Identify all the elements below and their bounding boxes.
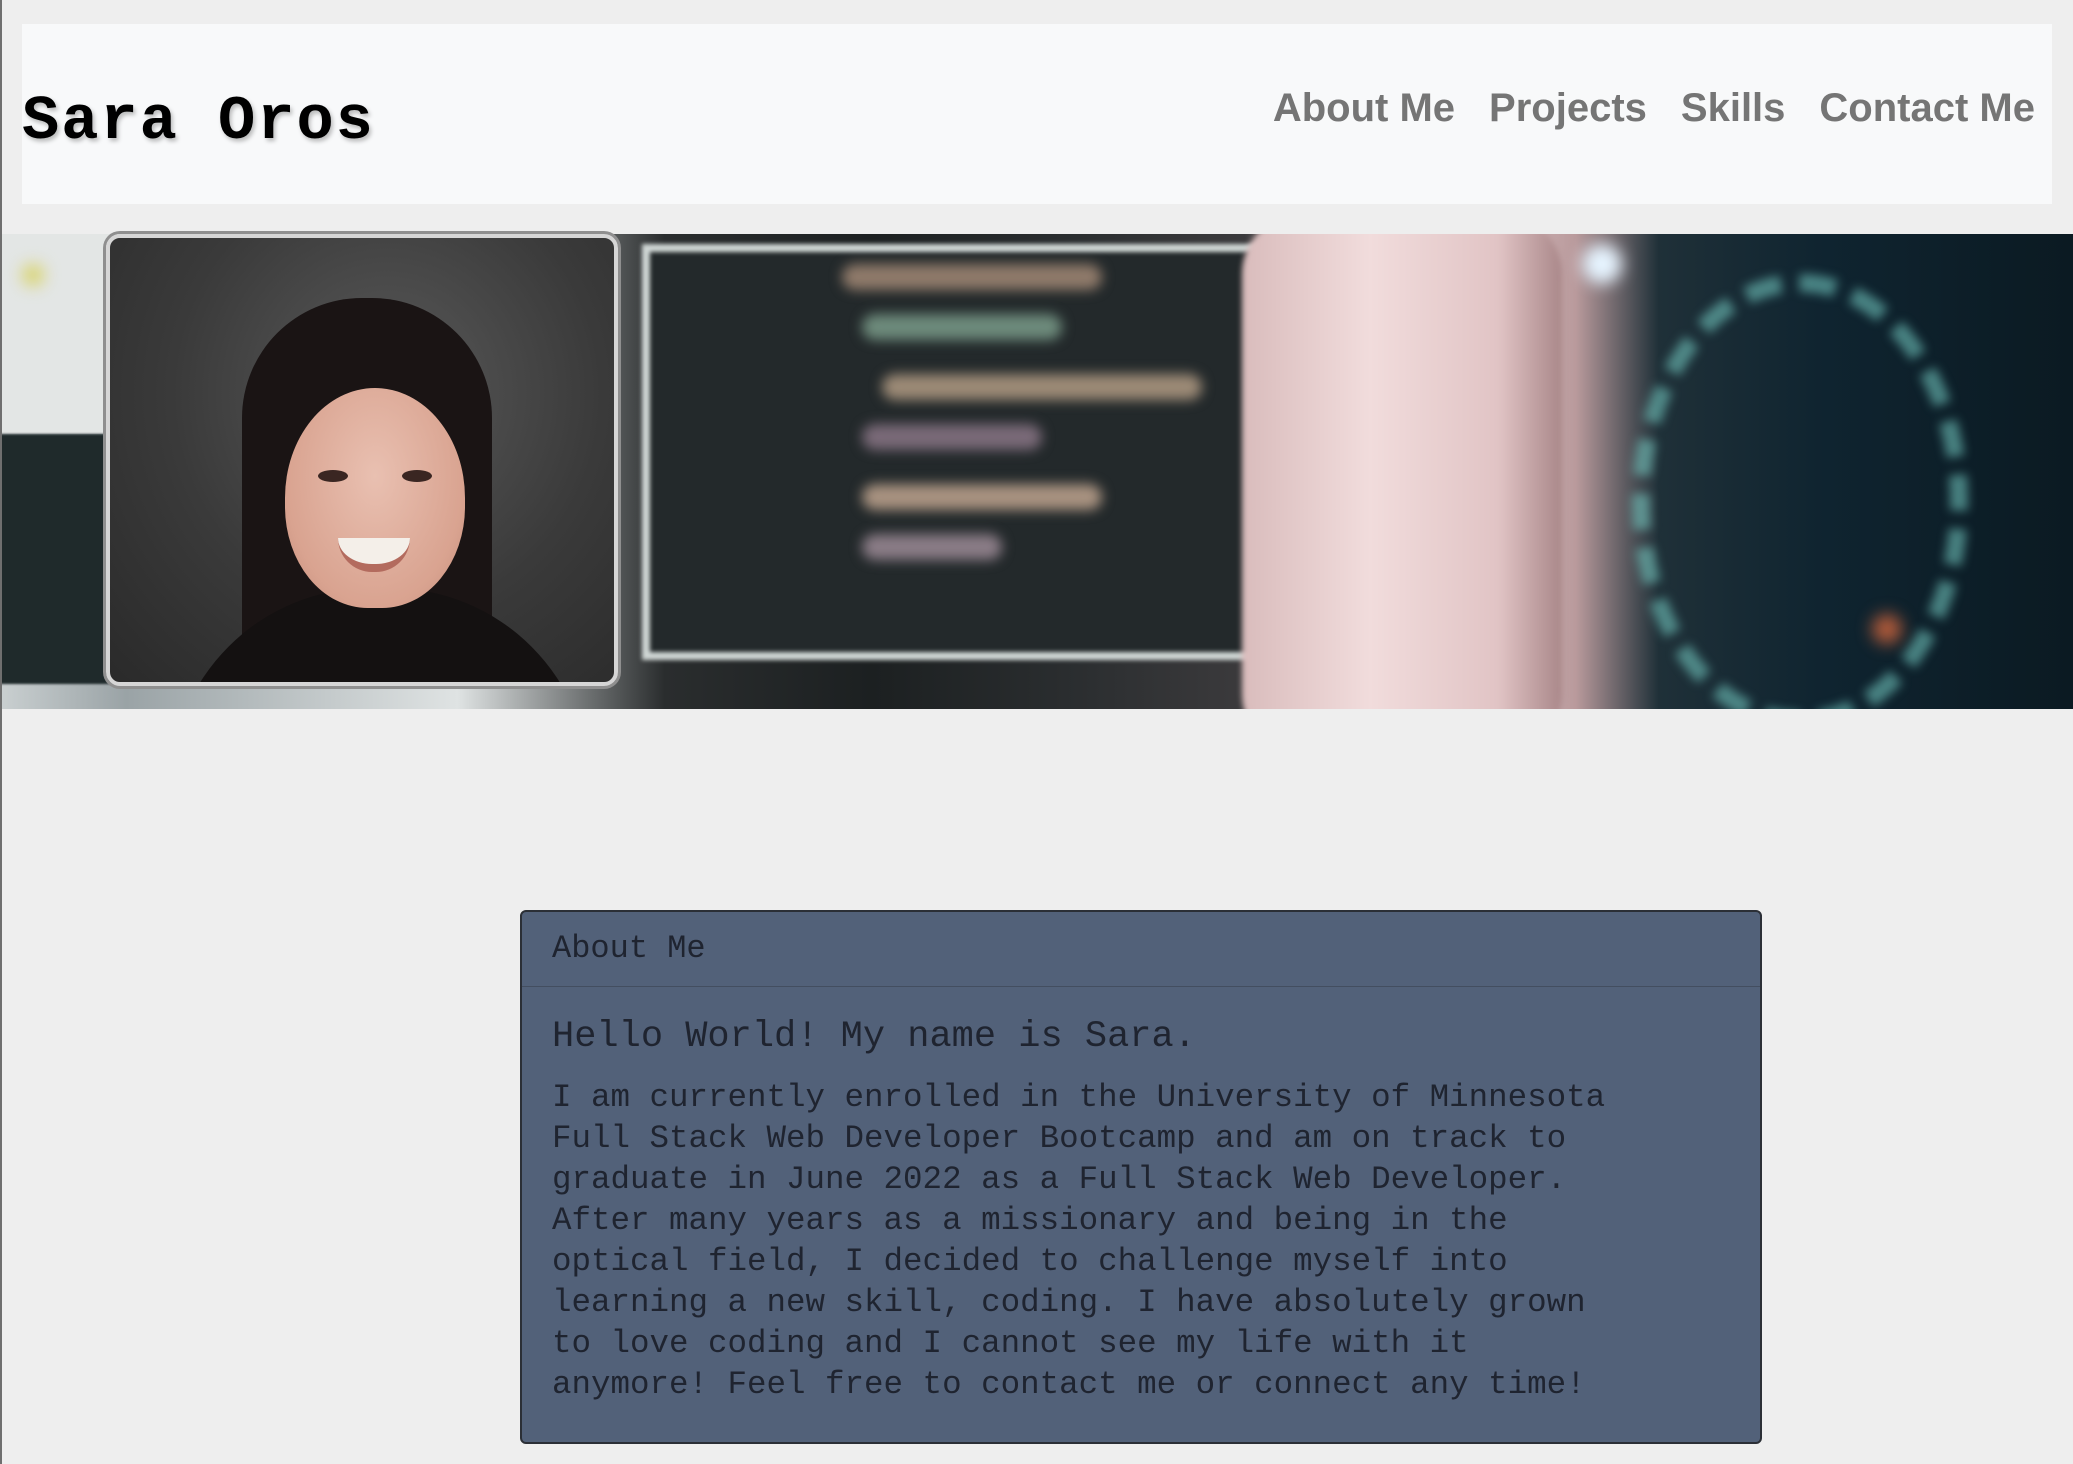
about-me-card: About Me Hello World! My name is Sara. I… (520, 910, 1762, 1444)
portrait-face (285, 388, 465, 608)
about-card-title: About Me (522, 912, 1760, 987)
hero-code-line (862, 424, 1042, 450)
hero-mug (1242, 234, 1562, 709)
profile-photo (106, 234, 618, 686)
hero-code-line (862, 314, 1062, 340)
hero-code-line (882, 374, 1202, 400)
portrait-eye (318, 470, 348, 482)
nav-link-projects[interactable]: Projects (1489, 86, 1647, 131)
hero-code-line (862, 534, 1002, 560)
about-card-body: Hello World! My name is Sara. I am curre… (522, 987, 1760, 1405)
hero-shelf (2, 434, 122, 684)
page-edge (0, 0, 2, 1464)
hero-code-line (862, 484, 1102, 510)
hero-bokeh-light (22, 264, 44, 286)
hero-bokeh-light (1872, 614, 1902, 644)
hero-bokeh-ring (1632, 274, 1968, 709)
hero-monitor (642, 244, 1284, 660)
about-heading: Hello World! My name is Sara. (552, 1016, 1196, 1058)
hero-code-line (842, 264, 1102, 290)
portrait-eye (402, 470, 432, 482)
nav-link-contact-me[interactable]: Contact Me (1819, 86, 2035, 131)
hero-bokeh-light (1582, 244, 1622, 284)
site-title: Sara Oros (22, 86, 375, 157)
main-nav: About Me Projects Skills Contact Me (1273, 86, 2035, 131)
nav-link-about-me[interactable]: About Me (1273, 86, 1455, 131)
about-text: I am currently enrolled in the Universit… (552, 1079, 1606, 1403)
nav-link-skills[interactable]: Skills (1681, 86, 1786, 131)
hero-shelf-top (2, 234, 122, 434)
